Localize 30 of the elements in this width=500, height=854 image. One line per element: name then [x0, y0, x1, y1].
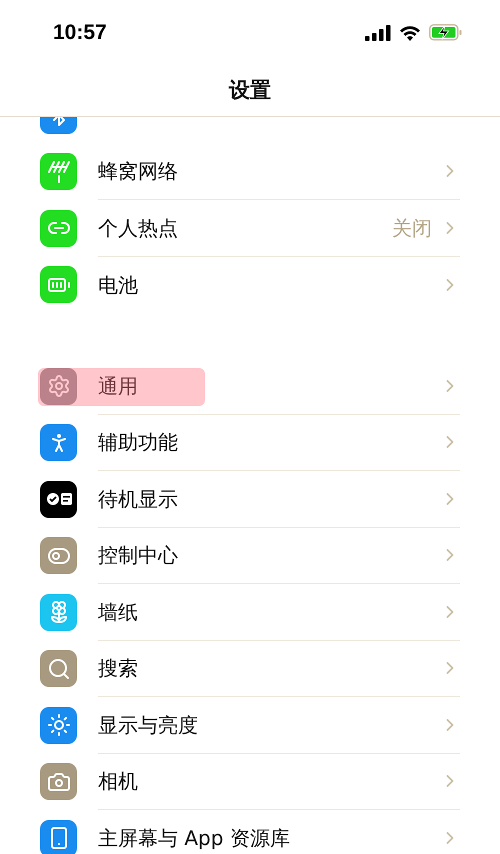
row-label: 相机: [98, 768, 138, 796]
settings-icon: [40, 368, 77, 405]
row-label: 蜂窝网络: [98, 158, 178, 186]
signal-icon: [365, 24, 391, 40]
row-label: 辅助功能: [98, 429, 178, 456]
row-label: 通用: [98, 372, 138, 400]
row-label: 待机显示: [98, 486, 178, 513]
row-label: 墙纸: [98, 598, 138, 626]
row-label: 主屏幕与 App 资源库: [98, 825, 290, 852]
antenna-icon: [40, 153, 77, 190]
search-icon: [40, 650, 77, 688]
camera-icon: [40, 763, 77, 800]
row-label: 搜索: [98, 655, 138, 682]
battery-charging-icon: [429, 24, 462, 41]
flower-icon: [40, 594, 77, 631]
row-label: 电池: [98, 272, 138, 299]
status-time: 10:57: [53, 20, 107, 46]
link-icon: [40, 210, 77, 247]
row-value: 关闭: [392, 214, 432, 242]
row-label: 显示与亮度: [98, 712, 198, 739]
clock-card-icon: [40, 480, 77, 518]
row-label: 控制中心: [98, 542, 178, 570]
toggle-icon: [40, 537, 77, 574]
sun-icon: [40, 706, 77, 744]
row-label: 个人热点: [98, 214, 178, 242]
phone-icon: [40, 820, 77, 854]
wifi-icon: [399, 24, 421, 40]
person-icon: [40, 424, 77, 462]
battery-icon: [40, 266, 77, 304]
page-title: 设置: [229, 76, 271, 104]
